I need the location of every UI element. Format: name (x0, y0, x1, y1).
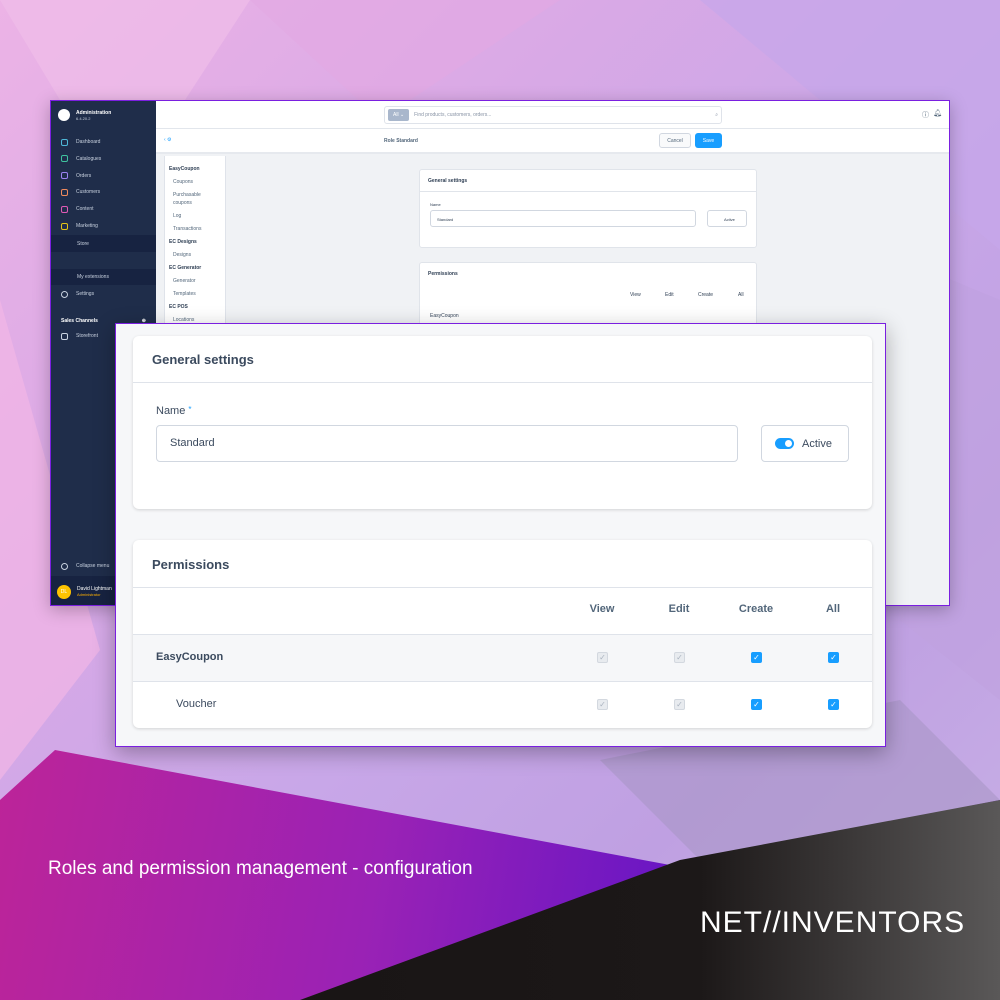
sidebar-item-orders[interactable]: Orders (51, 168, 156, 184)
col-view: View (630, 292, 641, 298)
active-toggle[interactable]: Active (761, 425, 849, 462)
table-row: Voucher ✓ ✓ ✓ ✓ (133, 682, 872, 728)
card-title: Permissions (428, 271, 458, 277)
gauge-icon (61, 138, 68, 146)
tree-item[interactable]: Generator (173, 278, 196, 284)
storefront-icon (61, 332, 68, 340)
table-row: EasyCoupon ✓ ✓ ✓ ✓ (133, 635, 872, 681)
sidebar-item-my-extensions[interactable]: My extensions (51, 269, 156, 285)
create-checkbox[interactable]: ✓ (751, 652, 762, 663)
sidebar-item-content[interactable]: Content (51, 201, 156, 217)
gear-icon (61, 290, 68, 298)
top-bar: All ⌄ Find products, customers, orders...… (156, 101, 949, 129)
column-header-view: View (589, 603, 615, 615)
row-label: Voucher (176, 698, 217, 710)
page-title: Role Standard (384, 138, 418, 144)
tree-item[interactable]: Log (173, 213, 181, 219)
app-title: Administration (76, 109, 112, 116)
bag-icon (61, 172, 68, 180)
version: 6.4.20.2 (76, 115, 91, 121)
search-placeholder: Find products, customers, orders... (414, 112, 492, 118)
label: Marketing (76, 223, 98, 229)
label: Collapse menu (76, 563, 110, 569)
collapse-icon (61, 562, 68, 570)
search-input[interactable]: All ⌄ Find products, customers, orders...… (384, 106, 722, 124)
sidebar-item-customers[interactable]: Customers (51, 184, 156, 200)
notification-bell-icon[interactable]: 🔔︎ (933, 109, 942, 117)
card-title: Permissions (152, 557, 230, 572)
catalogue-icon (61, 155, 68, 163)
active-toggle-small[interactable]: Active (707, 210, 747, 227)
megaphone-icon (61, 222, 68, 230)
edit-checkbox[interactable]: ✓ (674, 699, 685, 710)
all-checkbox[interactable]: ✓ (828, 699, 839, 710)
col-all: All (738, 292, 744, 298)
column-header-create: Create (738, 603, 774, 615)
back-chevron-icon[interactable]: ‹ ⚙ (164, 137, 172, 143)
zoomed-detail-panel: General settings Name * Standard Active … (115, 323, 886, 747)
caption: Roles and permission management - config… (48, 858, 473, 879)
label: Orders (76, 172, 92, 179)
sidebar-item-dashboard[interactable]: Dashboard (51, 134, 156, 150)
avatar: DL (57, 584, 71, 599)
netinventors-logo: NET//INVENTORS (700, 906, 966, 939)
sidebar-item-store[interactable]: Store (51, 236, 156, 252)
name-input-small[interactable]: Standard (430, 210, 696, 227)
active-label: Active (802, 437, 832, 450)
content-icon (61, 205, 68, 213)
tree-group: EC Generator (169, 265, 202, 271)
help-icon[interactable]: ⓘ (922, 110, 929, 120)
tree-item[interactable]: Purchasable (173, 192, 201, 198)
label: Storefront (76, 333, 98, 339)
sidebar-item-settings[interactable]: Settings (51, 286, 156, 302)
name-label: Name * (156, 405, 192, 417)
card-title: General settings (152, 352, 254, 367)
label: Sales Channels (61, 318, 98, 324)
view-checkbox[interactable]: ✓ (597, 699, 608, 710)
view-checkbox[interactable]: ✓ (597, 652, 608, 663)
search-icon[interactable]: ⌕ (715, 112, 718, 118)
save-button[interactable]: Save (695, 133, 722, 148)
shopware-logo-icon (58, 109, 70, 121)
sidebar-item-catalogues[interactable]: Catalogues (51, 151, 156, 167)
tree-item[interactable]: Designs (173, 252, 191, 258)
row-label: EasyCoupon (430, 313, 459, 319)
general-settings-card: General settings Name * Standard Active (133, 336, 872, 509)
tree-item[interactable]: Transactions (173, 226, 201, 232)
search-scope-select[interactable]: All ⌄ (388, 109, 410, 121)
label: Settings (76, 291, 95, 297)
label: Customers (76, 189, 101, 196)
tree-group: EC Designs (169, 239, 197, 245)
tree-item[interactable]: coupons (173, 200, 192, 206)
sidebar-item-marketing[interactable]: Marketing (51, 218, 156, 234)
all-checkbox[interactable]: ✓ (828, 652, 839, 663)
tree-item[interactable]: Coupons (173, 179, 193, 185)
col-edit: Edit (665, 292, 674, 298)
label: Content (76, 206, 94, 213)
label: Dashboard (76, 139, 101, 145)
column-header-all: All (825, 603, 841, 615)
tree-item[interactable]: Templates (173, 291, 196, 297)
label: Catalogues (76, 155, 102, 162)
create-checkbox[interactable]: ✓ (751, 699, 762, 710)
user-role: Administrator (77, 592, 101, 597)
name-label: Name (430, 202, 441, 207)
tree-group: EC POS (169, 304, 188, 310)
row-label: EasyCoupon (156, 651, 224, 663)
general-settings-card-small: General settings Name Standard Active (419, 169, 757, 248)
col-create: Create (698, 292, 714, 298)
cancel-button[interactable]: Cancel (659, 133, 691, 148)
card-title: General settings (428, 178, 468, 184)
permissions-card: Permissions View Edit Create All EasyCou… (133, 540, 872, 728)
tree-group: EasyCoupon (169, 166, 200, 172)
edit-checkbox[interactable]: ✓ (674, 652, 685, 663)
smart-bar: ‹ ⚙ Role Standard Cancel Save (156, 129, 949, 154)
users-icon (61, 188, 68, 196)
name-input[interactable]: Standard (156, 425, 738, 462)
toggle-switch-icon (775, 438, 794, 449)
column-header-edit: Edit (668, 603, 690, 615)
